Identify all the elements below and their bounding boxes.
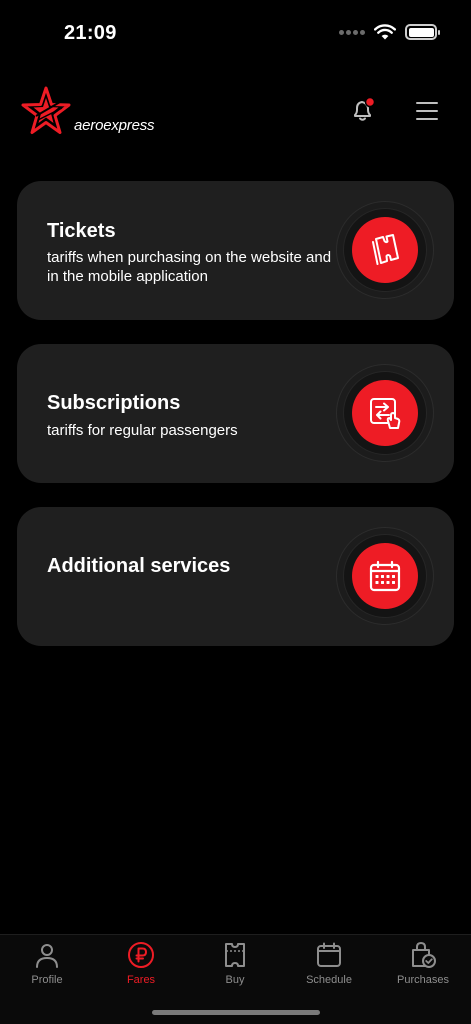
bag-check-icon — [412, 941, 436, 968]
card-icon-circle — [352, 217, 418, 283]
subscriptions-card[interactable]: Subscriptions tariffs for regular passen… — [17, 344, 454, 483]
nav-label: Fares — [126, 974, 156, 986]
fares-screen: 21:09 aeroexpress Tickets tariffs when p… — [0, 0, 471, 1024]
nav-label: Profile — [31, 974, 63, 986]
home-indicator[interactable] — [152, 1010, 320, 1015]
hamburger-icon — [416, 102, 438, 104]
card-icon-ring — [336, 201, 434, 299]
card-title: Tickets — [47, 220, 116, 242]
nav-label: Buy — [225, 974, 245, 986]
calendar-icon — [317, 942, 341, 967]
person-icon — [36, 944, 58, 968]
additional-services-card[interactable]: Additional services — [17, 507, 454, 646]
cellular-signal-icon — [339, 29, 365, 35]
aeroexpress-logo[interactable]: aeroexpress — [20, 86, 155, 138]
nav-buy[interactable]: Buy — [188, 941, 282, 995]
card-icon-ring — [336, 527, 434, 625]
nav-purchases[interactable]: Purchases — [376, 941, 470, 995]
nav-label: Purchases — [397, 974, 449, 986]
notifications-button[interactable] — [349, 96, 377, 124]
card-title: Subscriptions — [47, 392, 181, 414]
status-icons — [339, 24, 440, 40]
battery-icon — [405, 24, 440, 40]
star-logo-icon — [21, 86, 71, 134]
app-header: aeroexpress — [0, 84, 471, 140]
calendar-icon — [369, 560, 401, 592]
nav-fares[interactable]: Fares — [94, 941, 188, 995]
ticket-icon — [372, 234, 399, 265]
ticket-icon — [225, 943, 245, 967]
nav-schedule[interactable]: Schedule — [282, 941, 376, 995]
transfer-tap-icon — [370, 398, 401, 429]
card-subtitle: tariffs when purchasing on the website a… — [47, 249, 332, 285]
card-title: Additional services — [47, 555, 231, 577]
ruble-icon — [128, 942, 154, 968]
logo-text: aeroexpress — [74, 117, 155, 134]
status-time: 21:09 — [64, 22, 117, 44]
card-subtitle: tariffs for regular passengers — [47, 422, 238, 439]
menu-button[interactable] — [416, 100, 442, 122]
card-icon-ring — [336, 364, 434, 462]
card-icon-circle — [352, 543, 418, 609]
card-icon-circle — [352, 380, 418, 446]
wifi-icon — [374, 24, 396, 40]
bell-icon — [354, 96, 376, 121]
status-bar: 21:09 — [0, 0, 471, 70]
tickets-card[interactable]: Tickets tariffs when purchasing on the w… — [17, 181, 454, 320]
nav-label: Schedule — [306, 974, 352, 986]
nav-profile[interactable]: Profile — [0, 941, 94, 995]
